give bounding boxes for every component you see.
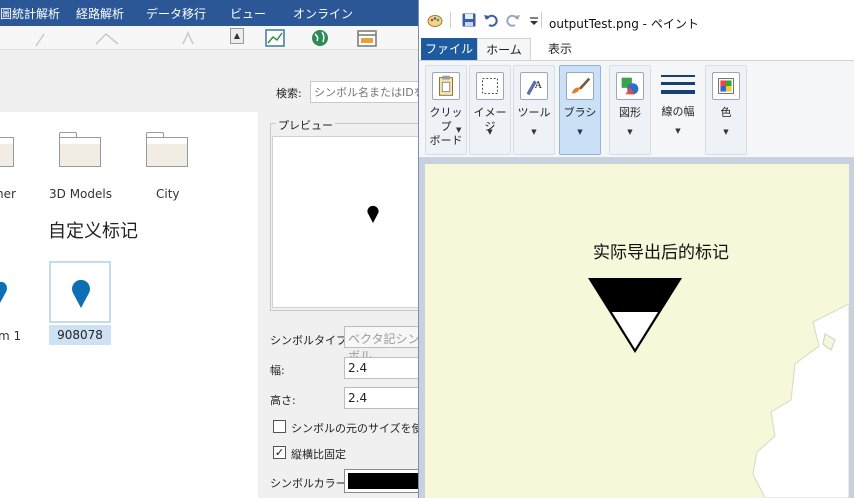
tools-label: ツール: [517, 106, 551, 119]
map-coastline-shape: [752, 304, 849, 498]
ribbon-tabs: ファイル ホーム 表示: [419, 38, 854, 60]
map-marker-icon[interactable]: [0, 282, 8, 304]
symbol-preview: [272, 136, 420, 308]
chart-icon[interactable]: [264, 28, 286, 48]
chevron-down-icon: ▼: [456, 126, 462, 134]
layout-icon[interactable]: [356, 28, 378, 48]
tab-view[interactable]: 表示: [535, 38, 585, 60]
canvas-area: 实际导出后的标记: [419, 158, 854, 498]
menu-item-view[interactable]: ビュー: [230, 5, 266, 22]
shapes-label: 図形: [619, 106, 641, 119]
height-field[interactable]: 2.4: [344, 387, 420, 409]
chevron-down-icon: ▼: [531, 128, 537, 136]
symbol-library-panel: her 3D Models City 自定义标记 m 1 908078: [0, 112, 258, 498]
chevron-down-icon: ▼: [577, 128, 583, 136]
brush-group[interactable]: ブラシ ▼: [559, 65, 601, 155]
shapes-group[interactable]: 図形 ▼: [609, 65, 651, 155]
tools-group[interactable]: A ツール ▼: [513, 65, 555, 155]
colors-icon: [712, 72, 740, 100]
symbol-type-label: シンボルタイプ:: [270, 334, 351, 347]
save-icon[interactable]: [461, 12, 477, 28]
brush-label: ブラシ: [563, 106, 597, 119]
shapes-icon: [616, 72, 644, 100]
chevron-down-icon: ▼: [723, 128, 729, 136]
menu-item-route-analysis[interactable]: 経路解析: [76, 5, 124, 22]
folder-label-3d-models: 3D Models: [49, 187, 112, 201]
folder-icon[interactable]: [0, 132, 16, 168]
symbol-color-swatch[interactable]: [344, 469, 420, 493]
globe-icon[interactable]: [309, 28, 331, 48]
selected-symbol-label[interactable]: 908078: [49, 325, 111, 345]
original-size-label: シンボルの元のサイズを使用: [291, 422, 420, 435]
brush-icon: [566, 72, 594, 100]
chevron-down-icon: ▼: [675, 127, 681, 135]
original-size-checkbox[interactable]: [273, 420, 286, 433]
redo-icon[interactable]: [505, 12, 521, 28]
line-width-group[interactable]: 線の幅 ▼: [655, 65, 701, 155]
tab-file[interactable]: ファイル: [421, 38, 477, 60]
chevron-down-icon: ▼: [627, 128, 633, 136]
folder-icon[interactable]: [59, 132, 103, 168]
folder-label-city: City: [156, 187, 180, 201]
width-field[interactable]: 2.4: [344, 357, 420, 379]
menu-item-online[interactable]: オンライン: [293, 5, 353, 22]
chevron-down-icon: ▼: [487, 128, 493, 136]
symbol-dialog-window: 圖統計解析 経路解析 データ移行 ビュー オンライン ▲ er 3D Model…: [0, 0, 420, 498]
undo-icon[interactable]: [483, 12, 499, 28]
toolbar-strip: ▲: [0, 26, 420, 50]
paint-canvas[interactable]: 实际导出后的标记: [425, 164, 849, 498]
symbol-color-label: シンボルカラー:: [270, 477, 351, 490]
folder-icon[interactable]: [146, 132, 190, 168]
search-label: 検索:: [276, 87, 302, 100]
symbol-type-field: ベクタ記シンボル: [344, 326, 420, 363]
preview-legend: プレビュー: [276, 117, 335, 133]
line-width-icon: [661, 75, 695, 94]
selected-symbol-tile[interactable]: [49, 261, 111, 323]
height-label: 高さ:: [270, 394, 296, 407]
menu-item-statistics[interactable]: 圖統計解析: [0, 5, 60, 22]
paint-window: outputTest.png - ペイント ファイル ホーム 表示 クリップ ボ…: [418, 0, 854, 498]
folder-label-other: her: [0, 187, 16, 201]
search-input[interactable]: [310, 81, 420, 103]
paint-app-icon[interactable]: [427, 12, 443, 28]
line-width-label: 線の幅: [661, 105, 695, 118]
width-label: 幅:: [270, 364, 285, 377]
menu-item-data-migration[interactable]: データ移行: [146, 5, 206, 22]
map-marker-icon: [367, 205, 379, 223]
tab-home[interactable]: ホーム: [477, 38, 531, 60]
lock-ratio-label: 縦横比固定: [291, 448, 346, 461]
symbol-label-partial: m 1: [0, 329, 22, 343]
image-select-icon: [476, 72, 504, 100]
clipboard-group[interactable]: クリップ ボード ▼: [425, 65, 467, 155]
menu-bar: 圖統計解析 経路解析 データ移行 ビュー オンライン: [0, 0, 420, 26]
window-title: outputTest.png - ペイント: [549, 17, 699, 31]
divider: [450, 12, 451, 28]
exported-marker-shape: [588, 278, 682, 353]
chevron-down-icon[interactable]: [526, 12, 542, 28]
image-group[interactable]: イメージ ▼: [469, 65, 511, 155]
svg-text:A: A: [534, 80, 542, 91]
lock-ratio-checkbox[interactable]: ✓: [273, 446, 286, 459]
canvas-caption: 实际导出后的标记: [593, 243, 729, 263]
title-bar: outputTest.png - ペイント: [419, 0, 854, 38]
home-ribbon: クリップ ボード ▼ イメージ ▼ A ツール ▼ ブラシ ▼ 図形 ▼ 線の幅…: [419, 60, 854, 158]
divider: [541, 12, 542, 28]
custom-markers-section-title: 自定义标记: [48, 221, 138, 242]
chevron-up-icon[interactable]: ▲: [230, 28, 244, 44]
clipboard-icon: [432, 72, 460, 100]
tools-icon: A: [520, 72, 548, 100]
map-marker-icon: [72, 279, 90, 308]
colors-group[interactable]: 色 ▼: [705, 65, 747, 155]
colors-label: 色: [720, 106, 732, 119]
